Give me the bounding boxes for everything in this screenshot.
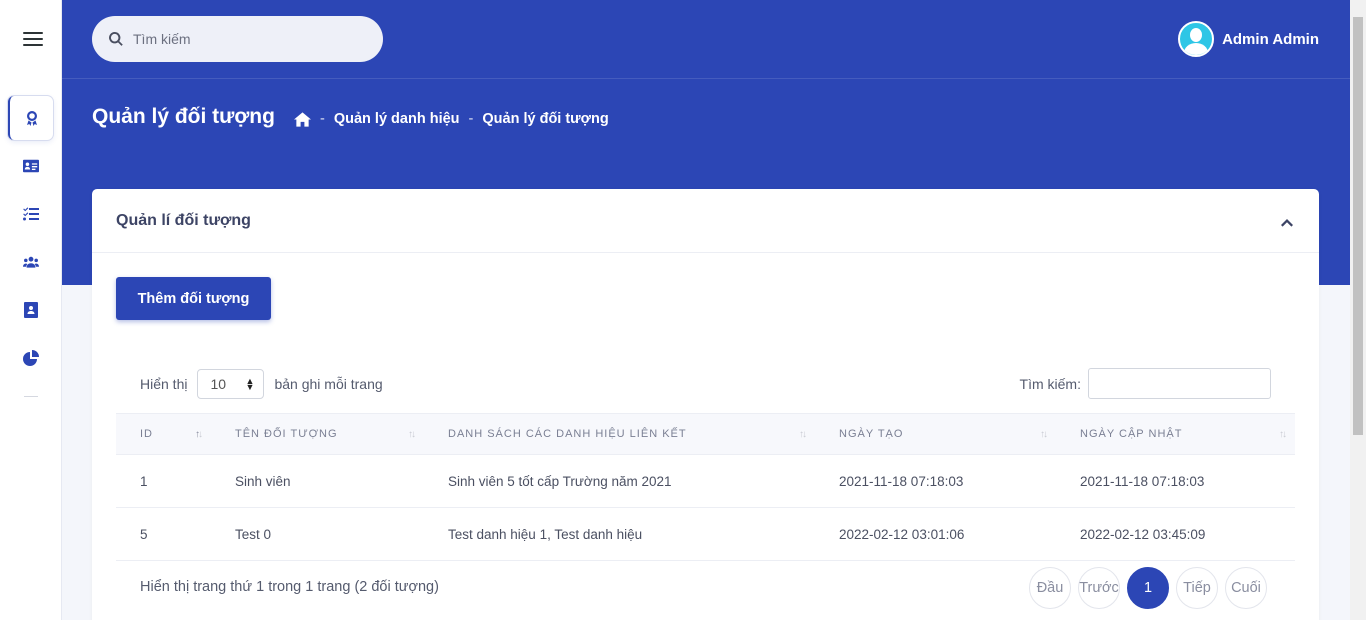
- column-header-name[interactable]: TÊN ĐỐI TƯỢNG ↑↓: [211, 413, 424, 455]
- breadcrumb: - Quản lý danh hiệu - Quản lý đối tượng: [294, 111, 609, 127]
- length-prefix: Hiển thị: [140, 376, 188, 392]
- cell-id: 5: [116, 507, 211, 561]
- breadcrumb-separator: -: [468, 111, 474, 127]
- table-header-row: ID ↑↓ TÊN ĐỐI TƯỢNG ↑↓ DANH SÁCH CÁC DANH …: [116, 413, 1295, 455]
- length-suffix: bản ghi mỗi trang: [274, 376, 383, 392]
- header-divider: [62, 78, 1350, 79]
- tasks-icon: [22, 207, 39, 221]
- sidebar-item-awards[interactable]: [8, 96, 53, 140]
- cell-id: 1: [116, 454, 211, 508]
- cell-created: 2021-11-18 07:18:03: [815, 454, 1056, 508]
- sidebar-item-contacts[interactable]: [8, 288, 53, 332]
- sort-icon: ↑↓: [1279, 429, 1287, 440]
- award-icon: [26, 111, 37, 126]
- length-select[interactable]: 10: [197, 369, 265, 399]
- page-prev-button[interactable]: Trước: [1078, 567, 1120, 609]
- search-box[interactable]: [92, 16, 383, 62]
- sort-icon: ↑↓: [408, 429, 416, 440]
- cell-awards: Test danh hiệu 1, Test danh hiệu: [424, 507, 815, 561]
- column-header-awards[interactable]: DANH SÁCH CÁC DANH HIỆU LIÊN KẾT ↑↓: [424, 413, 815, 455]
- filter-input[interactable]: [1088, 368, 1271, 399]
- length-select-wrap: 10 ▲ ▼: [187, 369, 274, 399]
- table-row: 5 Test 0 Test danh hiệu 1, Test danh hiệ…: [116, 507, 1295, 561]
- column-header-updated[interactable]: NGÀY CẬP NHẬT ↑↓: [1056, 413, 1295, 455]
- card-title: Quản lí đối tượng: [116, 211, 251, 229]
- sort-icon: ↑↓: [799, 429, 807, 440]
- cell-awards: Sinh viên 5 tốt cấp Trường năm 2021: [424, 454, 815, 508]
- menu-icon[interactable]: [23, 32, 43, 46]
- collapse-button[interactable]: [1281, 215, 1293, 227]
- objects-table: ID ↑↓ TÊN ĐỐI TƯỢNG ↑↓ DANH SÁCH CÁC DANH …: [116, 413, 1295, 561]
- table-info: Hiển thị trang thứ 1 trong 1 trang (2 đố…: [140, 579, 439, 595]
- sidebar-divider: [24, 396, 38, 397]
- sidebar-item-tasks[interactable]: [8, 192, 53, 236]
- user-menu[interactable]: Admin Admin: [1178, 21, 1319, 57]
- sort-icon: ↑↓: [1040, 429, 1048, 440]
- pie-chart-icon: [22, 350, 39, 366]
- page-title: Quản lý đối tượng: [92, 105, 275, 128]
- filter-label: Tìm kiếm:: [1019, 375, 1081, 392]
- home-icon[interactable]: [294, 111, 311, 127]
- breadcrumb-awards[interactable]: Quản lý danh hiệu: [334, 111, 460, 127]
- objects-card: Quản lí đối tượng Thêm đối tượng Hiển th…: [92, 189, 1319, 620]
- cell-updated: 2021-11-18 07:18:03: [1056, 454, 1295, 508]
- column-header-id[interactable]: ID ↑↓: [116, 413, 211, 455]
- page-current-button[interactable]: 1: [1127, 567, 1169, 609]
- cell-name: Test 0: [211, 507, 424, 561]
- address-book-icon: [23, 302, 38, 318]
- sidebar-item-users[interactable]: [8, 240, 53, 284]
- sidebar-item-stats[interactable]: [8, 336, 53, 380]
- card-header: Quản lí đối tượng: [92, 189, 1319, 253]
- sort-icon: ↑↓: [195, 429, 203, 440]
- breadcrumb-separator: -: [320, 111, 325, 127]
- page-last-button[interactable]: Cuối: [1225, 567, 1267, 609]
- sidebar: [0, 0, 62, 620]
- user-name: Admin Admin: [1222, 30, 1319, 48]
- scrollbar[interactable]: [1350, 0, 1366, 620]
- page-length: Hiển thị 10 ▲ ▼ bản ghi mỗi trang: [140, 369, 383, 399]
- cell-updated: 2022-02-12 03:45:09: [1056, 507, 1295, 561]
- chevron-up-icon: [1281, 218, 1293, 227]
- search-input[interactable]: [133, 31, 363, 47]
- scrollbar-thumb[interactable]: [1353, 17, 1363, 435]
- search-icon: [109, 32, 123, 46]
- cell-name: Sinh viên: [211, 454, 424, 508]
- page-next-button[interactable]: Tiếp: [1176, 567, 1218, 609]
- sidebar-item-cards[interactable]: [8, 144, 53, 188]
- users-icon: [22, 256, 39, 268]
- add-object-button[interactable]: Thêm đối tượng: [116, 277, 271, 320]
- table-row: 1 Sinh viên Sinh viên 5 tốt cấp Trường n…: [116, 454, 1295, 508]
- column-header-created[interactable]: NGÀY TẠO ↑↓: [815, 413, 1056, 455]
- cell-created: 2022-02-12 03:01:06: [815, 507, 1056, 561]
- breadcrumb-current: Quản lý đối tượng: [482, 111, 609, 127]
- pagination: Đầu Trước 1 Tiếp Cuối: [1029, 567, 1274, 609]
- table-filter: Tìm kiếm:: [1020, 368, 1271, 399]
- page-first-button[interactable]: Đầu: [1029, 567, 1071, 609]
- avatar: [1178, 21, 1215, 57]
- id-card-icon: [22, 159, 39, 173]
